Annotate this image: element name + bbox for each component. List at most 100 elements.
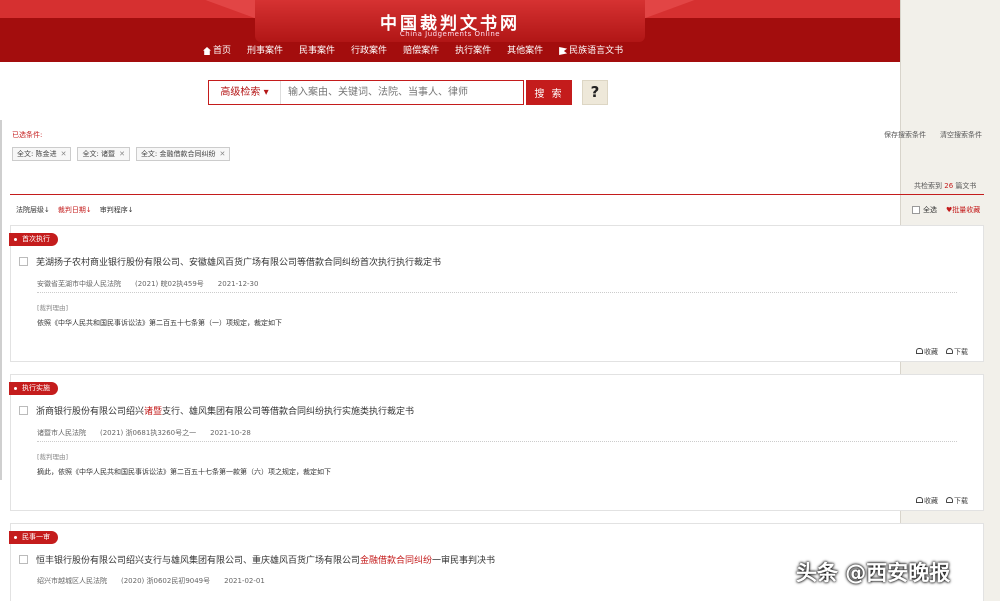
card-meta: 安徽省芜湖市中级人民法院 (2021) 皖02执459号 2021-12-30 <box>37 279 272 289</box>
title-highlight: 金融借款合同纠纷 <box>360 556 433 566</box>
search-input[interactable] <box>282 81 522 104</box>
nav-ethnic-language[interactable]: 民族语言文书 <box>551 44 631 58</box>
nav-criminal[interactable]: 刑事案件 <box>239 44 291 58</box>
dotted-divider <box>37 441 957 442</box>
sort-trial-procedure[interactable]: 审判程序↓ <box>100 205 134 215</box>
case-type-badge: 民事一审 <box>9 531 58 544</box>
title-part: 恒丰银行股份有限公司绍兴支行与雄风集团有限公司、重庆雄风百货广场有限公司 <box>36 556 361 566</box>
court-name: 安徽省芜湖市中级人民法院 <box>37 280 121 288</box>
advanced-search-label: 高级检索 <box>220 87 261 98</box>
card-checkbox[interactable] <box>19 406 28 415</box>
download-button[interactable]: 下载 <box>946 496 968 506</box>
select-all-checkbox[interactable] <box>912 206 920 214</box>
nav-home[interactable]: 首页 <box>195 44 239 58</box>
card-meta: 诸暨市人民法院 (2021) 浙0681执3260号之一 2021-10-28 <box>37 428 265 438</box>
favorite-button[interactable]: 收藏 <box>916 347 938 357</box>
watermark: 头条 @西安晚报 <box>796 561 951 585</box>
home-icon <box>203 47 211 55</box>
reason-text: 依照《中华人民共和国民事诉讼法》第二百五十七条第（一）项规定，裁定如下 <box>37 319 282 327</box>
card-title-text[interactable]: 恒丰银行股份有限公司绍兴支行与雄风集团有限公司、重庆雄风百货广场有限公司金融借款… <box>36 553 495 566</box>
result-number: 26 <box>944 182 954 190</box>
cloud-download-icon <box>946 497 953 503</box>
dotted-divider <box>37 292 957 293</box>
result-prefix: 共检索到 <box>914 182 942 190</box>
reason-label: [裁判理由] <box>37 453 69 461</box>
case-number: (2020) 浙0602民初9049号 <box>121 577 211 585</box>
left-scroll-edge <box>0 120 2 480</box>
card-title-text[interactable]: 浙商银行股份有限公司绍兴诸暨支行、雄风集团有限公司等借款合同纠纷执行实施类执行裁… <box>36 404 414 417</box>
card-actions: 收藏 下载 <box>916 347 968 357</box>
judgment-date: 2021-10-28 <box>210 429 251 437</box>
close-icon[interactable]: ✕ <box>119 148 125 160</box>
case-type-badge: 执行实施 <box>9 382 58 395</box>
favorite-label: 收藏 <box>924 348 938 356</box>
card-checkbox[interactable] <box>19 555 28 564</box>
advanced-search-dropdown[interactable]: 高级检索 ▾ <box>209 81 281 104</box>
case-type-badge: 首次执行 <box>9 233 58 246</box>
sort-judgment-date[interactable]: 裁判日期↓ <box>58 205 92 215</box>
logo-english-text: China Judgements Online <box>399 30 501 38</box>
card-meta: 绍兴市越城区人民法院 (2020) 浙0602民初9049号 2021-02-01 <box>37 576 279 586</box>
main-nav: 首页 刑事案件 民事案件 行政案件 赔偿案件 执行案件 其他案件 民族语言文书 <box>195 44 631 58</box>
result-count: 共检索到 26 篇文书 <box>914 181 976 191</box>
chevron-down-icon: ▾ <box>263 87 269 98</box>
sort-court-level[interactable]: 法院层级↓ <box>16 205 50 215</box>
sort-arrow-icon: ↓ <box>44 206 50 214</box>
card-title-text[interactable]: 芜湖扬子农村商业银行股份有限公司、安徽雄风百货广场有限公司等借款合同纠纷首次执行… <box>36 255 441 268</box>
condition-tags: 全文: 陈金进 ✕ 全文: 诸暨 ✕ 全文: 金融借款合同纠纷 ✕ <box>12 147 231 161</box>
close-icon[interactable]: ✕ <box>61 148 67 160</box>
sort-arrow-icon: ↓ <box>85 206 92 214</box>
nav-home-label: 首页 <box>213 46 232 56</box>
favorite-button[interactable]: 收藏 <box>916 496 938 506</box>
favorite-label: 收藏 <box>924 497 938 505</box>
judgment-date: 2021-12-30 <box>217 280 259 288</box>
download-button[interactable]: 下载 <box>946 347 968 357</box>
result-card: 首次执行 芜湖扬子农村商业银行股份有限公司、安徽雄风百货广场有限公司等借款合同纠… <box>9 225 984 362</box>
close-icon[interactable]: ✕ <box>220 148 226 160</box>
card-title[interactable]: 浙商银行股份有限公司绍兴诸暨支行、雄风集团有限公司等借款合同纠纷执行实施类执行裁… <box>19 404 414 417</box>
card-title[interactable]: 恒丰银行股份有限公司绍兴支行与雄风集团有限公司、重庆雄风百货广场有限公司金融借款… <box>19 553 495 566</box>
sort-label: 裁判日期 <box>57 206 86 214</box>
title-part: 支行、雄风集团有限公司等借款合同纠纷执行实施类执行裁定书 <box>162 407 415 417</box>
help-button[interactable]: ? <box>582 80 608 105</box>
condition-tag-label: 全文: 陈金进 <box>17 150 57 158</box>
batch-favorite-label: 批量收藏 <box>952 206 981 214</box>
card-actions: 收藏 下载 <box>916 496 968 506</box>
case-number: (2021) 皖02执459号 <box>135 280 204 288</box>
batch-favorite-button[interactable]: ♥批量收藏 <box>946 205 980 215</box>
select-all[interactable]: 全选 <box>912 205 937 215</box>
card-checkbox[interactable] <box>19 257 28 266</box>
title-part: 浙商银行股份有限公司绍兴 <box>36 407 145 417</box>
condition-tag-label: 全文: 金融借款合同纠纷 <box>140 150 216 158</box>
search-button[interactable]: 搜 索 <box>526 80 572 105</box>
case-number: (2021) 浙0681执3260号之一 <box>100 429 197 437</box>
nav-compensation[interactable]: 赔偿案件 <box>395 44 447 58</box>
condition-tag: 全文: 诸暨 ✕ <box>77 147 130 161</box>
condition-tag-label: 全文: 诸暨 <box>82 150 116 158</box>
selected-conditions-label: 已选条件: <box>12 131 43 139</box>
nav-ethnic-label: 民族语言文书 <box>569 46 624 56</box>
site-logo[interactable]: 中国裁判文书网 China Judgements Online <box>255 0 645 42</box>
sort-label: 审判程序 <box>99 206 128 214</box>
sort-arrow-icon: ↓ <box>127 206 134 214</box>
card-title[interactable]: 芜湖扬子农村商业银行股份有限公司、安徽雄风百货广场有限公司等借款合同纠纷首次执行… <box>19 255 441 268</box>
sort-label: 法院层级 <box>16 206 44 214</box>
condition-tag: 全文: 陈金进 ✕ <box>12 147 72 161</box>
divider <box>10 194 984 195</box>
condition-tag: 全文: 金融借款合同纠纷 ✕ <box>135 147 231 161</box>
clear-conditions-link[interactable]: 清空搜索条件 <box>940 130 982 140</box>
search-box: 高级检索 ▾ <box>208 80 524 105</box>
title-highlight: 诸暨 <box>144 407 163 417</box>
save-conditions-link[interactable]: 保存搜索条件 <box>884 130 926 140</box>
heart-icon <box>916 497 923 503</box>
nav-other[interactable]: 其他案件 <box>499 44 551 58</box>
download-label: 下载 <box>954 348 968 356</box>
judgment-date: 2021-02-01 <box>224 577 265 585</box>
nav-civil[interactable]: 民事案件 <box>291 44 343 58</box>
nav-enforcement[interactable]: 执行案件 <box>447 44 499 58</box>
nav-administrative[interactable]: 行政案件 <box>343 44 395 58</box>
select-all-label: 全选 <box>923 206 937 214</box>
heart-icon <box>916 348 923 354</box>
download-label: 下载 <box>954 497 968 505</box>
sort-bar: 法院层级↓ 裁判日期↓ 审判程序↓ <box>16 205 134 215</box>
